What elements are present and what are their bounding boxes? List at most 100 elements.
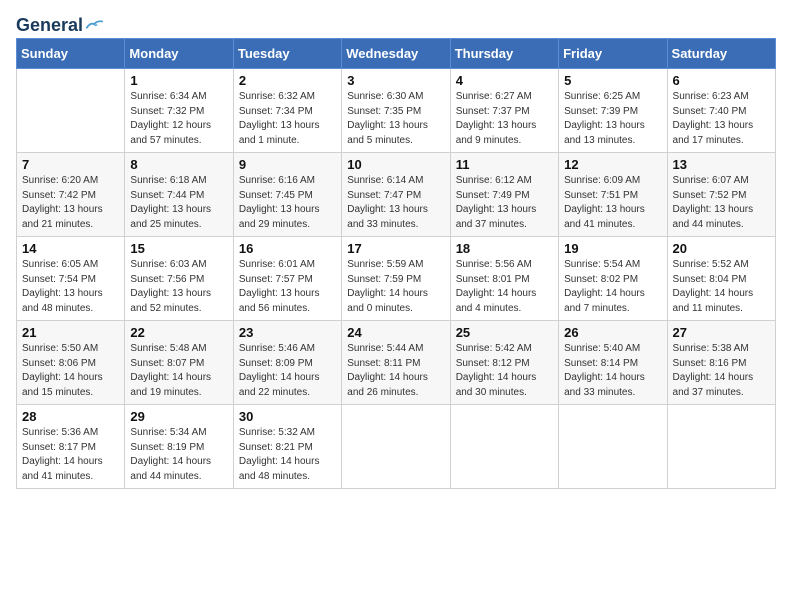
calendar-cell: 13 Sunrise: 6:07 AMSunset: 7:52 PMDayligh…	[667, 153, 775, 237]
calendar-cell: 16 Sunrise: 6:01 AMSunset: 7:57 PMDayligh…	[233, 237, 341, 321]
day-number: 27	[673, 325, 770, 340]
day-number: 3	[347, 73, 444, 88]
day-info: Sunrise: 6:34 AMSunset: 7:32 PMDaylight:…	[130, 90, 227, 148]
day-info: Sunrise: 6:07 AMSunset: 7:52 PMDaylight:…	[673, 174, 770, 232]
col-header-tuesday: Tuesday	[233, 39, 341, 69]
week-row-3: 14 Sunrise: 6:05 AMSunset: 7:54 PMDayligh…	[17, 237, 776, 321]
calendar-cell: 6Sunrise: 6:23 AMSunset: 7:40 PMDaylight…	[667, 69, 775, 153]
calendar-cell	[342, 405, 450, 489]
calendar-cell: 11 Sunrise: 6:12 AMSunset: 7:49 PMDayligh…	[450, 153, 558, 237]
calendar-cell: 3 Sunrise: 6:30 AMSunset: 7:35 PMDaylight…	[342, 69, 450, 153]
calendar-cell: 7 Sunrise: 6:20 AMSunset: 7:42 PMDaylight…	[17, 153, 125, 237]
day-info: Sunrise: 6:23 AMSunset: 7:40 PMDaylight:…	[673, 90, 770, 148]
day-number: 19	[564, 241, 661, 256]
day-info: Sunrise: 5:54 AMSunset: 8:02 PMDaylight:…	[564, 258, 661, 316]
day-info: Sunrise: 5:59 AMSunset: 7:59 PMDaylight:…	[347, 258, 444, 316]
day-info: Sunrise: 5:52 AMSunset: 8:04 PMDaylight:…	[673, 258, 770, 316]
day-number: 5	[564, 73, 661, 88]
day-info: Sunrise: 5:32 AMSunset: 8:21 PMDaylight:…	[239, 426, 336, 484]
day-number: 14	[22, 241, 119, 256]
day-info: Sunrise: 5:50 AMSunset: 8:06 PMDaylight:…	[22, 342, 119, 400]
calendar-cell: 30 Sunrise: 5:32 AMSunset: 8:21 PMDayligh…	[233, 405, 341, 489]
day-info: Sunrise: 6:05 AMSunset: 7:54 PMDaylight:…	[22, 258, 119, 316]
day-number: 24	[347, 325, 444, 340]
logo: General	[16, 16, 103, 32]
day-info: Sunrise: 5:34 AMSunset: 8:19 PMDaylight:…	[130, 426, 227, 484]
col-header-thursday: Thursday	[450, 39, 558, 69]
day-info: Sunrise: 6:12 AMSunset: 7:49 PMDaylight:…	[456, 174, 553, 232]
day-number: 10	[347, 157, 444, 172]
day-info: Sunrise: 6:25 AMSunset: 7:39 PMDaylight:…	[564, 90, 661, 148]
calendar-cell: 23 Sunrise: 5:46 AMSunset: 8:09 PMDayligh…	[233, 321, 341, 405]
day-info: Sunrise: 5:46 AMSunset: 8:09 PMDaylight:…	[239, 342, 336, 400]
day-info: Sunrise: 5:44 AMSunset: 8:11 PMDaylight:…	[347, 342, 444, 400]
calendar-cell: 27 Sunrise: 5:38 AMSunset: 8:16 PMDayligh…	[667, 321, 775, 405]
calendar-cell: 21 Sunrise: 5:50 AMSunset: 8:06 PMDayligh…	[17, 321, 125, 405]
calendar-cell: 29 Sunrise: 5:34 AMSunset: 8:19 PMDayligh…	[125, 405, 233, 489]
week-row-5: 28 Sunrise: 5:36 AMSunset: 8:17 PMDayligh…	[17, 405, 776, 489]
calendar-cell: 18Sunrise: 5:56 AMSunset: 8:01 PMDayligh…	[450, 237, 558, 321]
col-header-friday: Friday	[559, 39, 667, 69]
calendar-cell: 9 Sunrise: 6:16 AMSunset: 7:45 PMDaylight…	[233, 153, 341, 237]
day-info: Sunrise: 6:20 AMSunset: 7:42 PMDaylight:…	[22, 174, 119, 232]
day-info: Sunrise: 6:18 AMSunset: 7:44 PMDaylight:…	[130, 174, 227, 232]
logo-text-general: General	[16, 16, 83, 34]
day-number: 21	[22, 325, 119, 340]
week-row-1: 1 Sunrise: 6:34 AMSunset: 7:32 PMDaylight…	[17, 69, 776, 153]
day-info: Sunrise: 6:14 AMSunset: 7:47 PMDaylight:…	[347, 174, 444, 232]
day-info: Sunrise: 5:38 AMSunset: 8:16 PMDaylight:…	[673, 342, 770, 400]
calendar-cell: 8 Sunrise: 6:18 AMSunset: 7:44 PMDaylight…	[125, 153, 233, 237]
day-number: 11	[456, 157, 553, 172]
calendar-cell	[667, 405, 775, 489]
col-header-monday: Monday	[125, 39, 233, 69]
calendar-cell: 24 Sunrise: 5:44 AMSunset: 8:11 PMDayligh…	[342, 321, 450, 405]
logo-bird-icon	[85, 18, 103, 32]
day-number: 23	[239, 325, 336, 340]
calendar-cell: 10 Sunrise: 6:14 AMSunset: 7:47 PMDayligh…	[342, 153, 450, 237]
day-info: Sunrise: 6:03 AMSunset: 7:56 PMDaylight:…	[130, 258, 227, 316]
day-number: 28	[22, 409, 119, 424]
calendar-cell: 15 Sunrise: 6:03 AMSunset: 7:56 PMDayligh…	[125, 237, 233, 321]
day-info: Sunrise: 6:16 AMSunset: 7:45 PMDaylight:…	[239, 174, 336, 232]
day-number: 18	[456, 241, 553, 256]
column-headers: SundayMondayTuesdayWednesdayThursdayFrid…	[17, 39, 776, 69]
day-number: 13	[673, 157, 770, 172]
day-number: 1	[130, 73, 227, 88]
day-info: Sunrise: 5:36 AMSunset: 8:17 PMDaylight:…	[22, 426, 119, 484]
calendar-cell	[17, 69, 125, 153]
calendar-cell: 20 Sunrise: 5:52 AMSunset: 8:04 PMDayligh…	[667, 237, 775, 321]
day-info: Sunrise: 5:40 AMSunset: 8:14 PMDaylight:…	[564, 342, 661, 400]
calendar-cell: 26 Sunrise: 5:40 AMSunset: 8:14 PMDayligh…	[559, 321, 667, 405]
day-info: Sunrise: 6:27 AMSunset: 7:37 PMDaylight:…	[456, 90, 553, 148]
day-number: 22	[130, 325, 227, 340]
calendar-cell	[450, 405, 558, 489]
day-number: 25	[456, 325, 553, 340]
day-number: 12	[564, 157, 661, 172]
day-number: 29	[130, 409, 227, 424]
day-number: 8	[130, 157, 227, 172]
week-row-4: 21 Sunrise: 5:50 AMSunset: 8:06 PMDayligh…	[17, 321, 776, 405]
day-number: 20	[673, 241, 770, 256]
day-number: 30	[239, 409, 336, 424]
calendar-cell: 22 Sunrise: 5:48 AMSunset: 8:07 PMDayligh…	[125, 321, 233, 405]
calendar-cell: 28 Sunrise: 5:36 AMSunset: 8:17 PMDayligh…	[17, 405, 125, 489]
calendar-cell	[559, 405, 667, 489]
calendar-cell: 12 Sunrise: 6:09 AMSunset: 7:51 PMDayligh…	[559, 153, 667, 237]
col-header-saturday: Saturday	[667, 39, 775, 69]
day-info: Sunrise: 5:42 AMSunset: 8:12 PMDaylight:…	[456, 342, 553, 400]
day-number: 2	[239, 73, 336, 88]
day-number: 7	[22, 157, 119, 172]
day-info: Sunrise: 6:01 AMSunset: 7:57 PMDaylight:…	[239, 258, 336, 316]
day-number: 9	[239, 157, 336, 172]
day-number: 15	[130, 241, 227, 256]
day-number: 26	[564, 325, 661, 340]
calendar-cell: 5 Sunrise: 6:25 AMSunset: 7:39 PMDaylight…	[559, 69, 667, 153]
header: General	[16, 16, 776, 32]
day-number: 16	[239, 241, 336, 256]
day-info: Sunrise: 6:09 AMSunset: 7:51 PMDaylight:…	[564, 174, 661, 232]
calendar-cell: 19 Sunrise: 5:54 AMSunset: 8:02 PMDayligh…	[559, 237, 667, 321]
day-info: Sunrise: 6:30 AMSunset: 7:35 PMDaylight:…	[347, 90, 444, 148]
day-info: Sunrise: 5:48 AMSunset: 8:07 PMDaylight:…	[130, 342, 227, 400]
calendar-cell: 1 Sunrise: 6:34 AMSunset: 7:32 PMDaylight…	[125, 69, 233, 153]
calendar-cell: 4Sunrise: 6:27 AMSunset: 7:37 PMDaylight…	[450, 69, 558, 153]
